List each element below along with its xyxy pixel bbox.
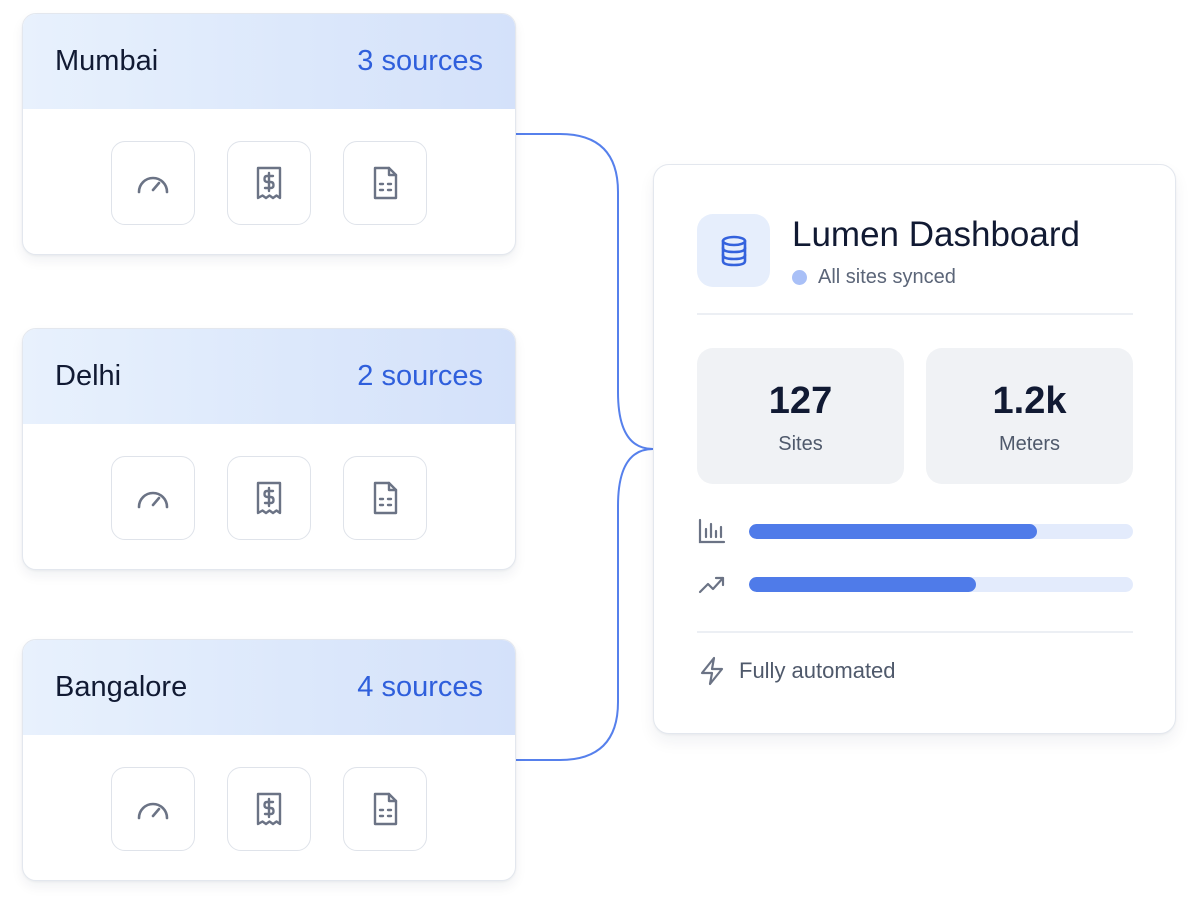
receipt-icon[interactable] [227, 140, 311, 225]
source-count[interactable]: 2 sources [357, 360, 483, 393]
progress-fill [749, 577, 976, 592]
city-header: Bangalore 4 sources [23, 640, 515, 735]
divider [697, 631, 1133, 633]
stat-label: Sites [778, 433, 823, 455]
automation-status: Fully automated [697, 656, 896, 686]
progress-track [749, 577, 1133, 592]
stat-label: Meters [998, 433, 1061, 455]
speedometer-icon[interactable] [111, 766, 195, 851]
bar-chart-icon [697, 516, 727, 546]
stat-sites: 127 Sites [697, 348, 904, 484]
dashboard-title: Lumen Dashboard [792, 215, 1080, 254]
progress-row [697, 516, 1133, 546]
receipt-icon[interactable] [227, 766, 311, 851]
city-card-delhi[interactable]: Delhi 2 sources [22, 328, 516, 570]
city-name: Delhi [55, 360, 122, 392]
city-card-mumbai[interactable]: Mumbai 3 sources [22, 13, 516, 255]
stat-value: 127 [768, 380, 833, 422]
sync-status-label: All sites synced [818, 266, 956, 288]
document-icon[interactable] [343, 455, 427, 540]
dashboard-card: Lumen Dashboard All sites synced 127 Sit… [653, 164, 1176, 734]
source-count[interactable]: 4 sources [357, 671, 483, 704]
city-name: Bangalore [55, 671, 188, 703]
progress-track [749, 524, 1133, 539]
source-icons [23, 735, 515, 880]
progress-fill [749, 524, 1037, 539]
source-icons [23, 109, 515, 254]
automation-label: Fully automated [739, 658, 896, 683]
speedometer-icon[interactable] [111, 140, 195, 225]
stat-value: 1.2k [992, 380, 1067, 422]
speedometer-icon[interactable] [111, 455, 195, 540]
status-dot [792, 270, 807, 285]
lightning-icon [700, 656, 724, 686]
city-header: Delhi 2 sources [23, 329, 515, 424]
progress-row [697, 569, 1133, 599]
document-icon[interactable] [343, 766, 427, 851]
receipt-icon[interactable] [227, 455, 311, 540]
document-icon[interactable] [343, 140, 427, 225]
source-count[interactable]: 3 sources [357, 45, 483, 78]
trending-up-icon [697, 569, 727, 599]
source-icons [23, 424, 515, 569]
stat-meters: 1.2k Meters [926, 348, 1133, 484]
city-card-bangalore[interactable]: Bangalore 4 sources [22, 639, 516, 881]
database-icon [697, 214, 770, 287]
city-header: Mumbai 3 sources [23, 14, 515, 109]
sync-status: All sites synced [792, 266, 956, 289]
city-name: Mumbai [55, 45, 159, 77]
divider [697, 313, 1133, 315]
